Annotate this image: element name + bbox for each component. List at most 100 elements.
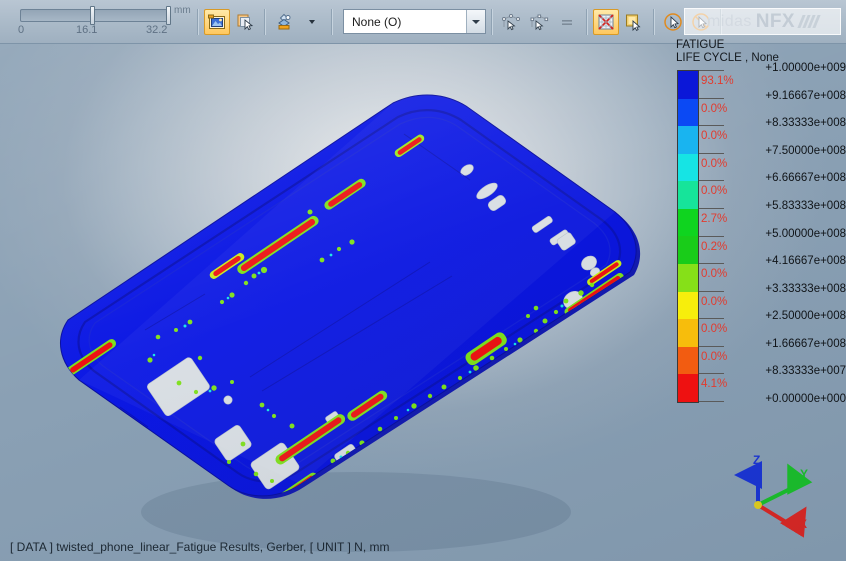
axis-x-label: X bbox=[799, 517, 808, 531]
axis-y-label: Y bbox=[800, 467, 809, 481]
legend-colorband bbox=[678, 98, 698, 127]
legend-colorbar[interactable] bbox=[677, 70, 699, 403]
result-step-combo-value: None (O) bbox=[352, 14, 402, 29]
axis-x-arrow bbox=[756, 503, 807, 538]
result-step-combo[interactable]: None (O) bbox=[343, 9, 486, 34]
slider-unit-label: mm bbox=[174, 4, 191, 16]
legend-colorband bbox=[678, 181, 698, 209]
legend-colorband bbox=[678, 71, 698, 99]
probe-node-button[interactable] bbox=[498, 9, 524, 35]
legend-colorband bbox=[678, 153, 698, 182]
probe-value-button[interactable] bbox=[554, 9, 580, 35]
axis-z-label: Z bbox=[753, 453, 761, 467]
legend-percent-label: 0.0% bbox=[701, 295, 728, 308]
legend-body: +1.00000e+009 93.1% +9.16667e+008 0.0% +8.33… bbox=[676, 62, 846, 410]
legend-value-label: +5.83333e+008 bbox=[765, 199, 846, 212]
legend-percent-label: 0.0% bbox=[701, 157, 728, 170]
legend-percent-label: 0.2% bbox=[701, 240, 728, 253]
axis-triad[interactable]: Z Y X bbox=[726, 453, 818, 539]
clipping-slider-handle-max[interactable] bbox=[166, 5, 171, 25]
toolbar-separator bbox=[586, 8, 587, 35]
status-data-text: [ DATA ] twisted_phone_linear_Fatigue Re… bbox=[10, 540, 390, 554]
slider-tick-max: 32.2 bbox=[146, 23, 168, 36]
toolbar-separator bbox=[491, 8, 492, 35]
legend-percent-label: 0.0% bbox=[701, 323, 728, 336]
result-step-combo-arrow[interactable] bbox=[466, 10, 485, 33]
logo-midas-text: midas bbox=[707, 12, 752, 30]
legend-colorband bbox=[678, 236, 698, 265]
face-select-icon bbox=[626, 14, 641, 31]
legend-row: +0.00000e+000 bbox=[699, 393, 846, 429]
legend-colorband bbox=[678, 346, 698, 375]
legend-percent-label: 0.0% bbox=[701, 268, 728, 281]
legend-value-label: +5.00000e+008 bbox=[765, 227, 846, 240]
cursor-enabled-icon bbox=[664, 12, 682, 31]
legend-colorband bbox=[678, 291, 698, 320]
select-cursor-on-button[interactable] bbox=[660, 9, 686, 35]
logo-nfx-text: NFX bbox=[755, 10, 795, 32]
element-pick-icon bbox=[530, 14, 549, 30]
toolbar-separator bbox=[264, 8, 265, 35]
toolbar-separator bbox=[197, 8, 198, 35]
shading-palette-icon bbox=[278, 13, 291, 29]
show-mesh-button[interactable] bbox=[593, 8, 619, 35]
slider-tick-min: 0 bbox=[18, 23, 25, 36]
model-cutouts bbox=[147, 164, 601, 490]
legend-colorband bbox=[678, 208, 698, 237]
fatigue-speckles bbox=[147, 209, 595, 483]
legend-value-label: +9.16667e+008 bbox=[765, 89, 846, 102]
equal-probe-icon bbox=[562, 19, 572, 25]
legend-percent-label: 93.1% bbox=[701, 75, 734, 87]
node-pick-icon bbox=[502, 13, 520, 30]
legend-colorband bbox=[678, 374, 698, 402]
legend-value-label: +8.33333e+008 bbox=[765, 117, 846, 130]
legend-colorband bbox=[678, 264, 698, 292]
legend-value-label: +0.00000e+000 bbox=[765, 393, 846, 405]
inner-recess-outline bbox=[77, 109, 622, 483]
chevron-down-icon bbox=[472, 19, 480, 24]
status-bar: [ DATA ] twisted_phone_linear_Fatigue Re… bbox=[0, 533, 846, 561]
clipping-slider-track[interactable] bbox=[20, 8, 170, 22]
chevron-down-icon bbox=[309, 19, 315, 24]
view-style-button[interactable] bbox=[271, 9, 297, 35]
camera-image-icon bbox=[208, 14, 225, 29]
legend-percent-label: 0.0% bbox=[701, 130, 728, 143]
select-face-button[interactable] bbox=[621, 9, 647, 35]
nfx-post-processor-window: Z Y X [ DATA ] twisted_phone_linear_Fati… bbox=[0, 0, 846, 561]
body-highlight bbox=[79, 94, 615, 485]
legend-colorband bbox=[678, 126, 698, 154]
legend-value-label: +2.50000e+008 bbox=[765, 310, 846, 323]
capture-image-button[interactable] bbox=[204, 8, 230, 35]
legend-title: FATIGUE bbox=[676, 39, 725, 51]
view-style-dropdown-button[interactable] bbox=[299, 9, 325, 35]
legend-percent-label: 0.0% bbox=[701, 185, 728, 198]
model-features bbox=[66, 94, 624, 496]
inner-recess-outline-2 bbox=[88, 116, 611, 474]
probe-element-button[interactable] bbox=[526, 9, 552, 35]
contour-legend: FATIGUE LIFE CYCLE , None +1.00000e+009 9… bbox=[676, 39, 846, 410]
legend-value-label: +7.50000e+008 bbox=[765, 144, 846, 157]
mesh-cross-icon bbox=[598, 13, 614, 30]
legend-colorband bbox=[678, 319, 698, 347]
legend-value-label: +3.33333e+008 bbox=[765, 282, 846, 295]
clipping-slider-handle-min[interactable] bbox=[90, 5, 95, 25]
toolbar-separator bbox=[653, 8, 654, 35]
toolbar-separator bbox=[331, 8, 332, 35]
clipping-slider[interactable]: mm 0 16.1 32.2 bbox=[14, 2, 192, 42]
midas-nfx-logo: midas NFX bbox=[684, 8, 841, 35]
copy-cursor-icon bbox=[237, 14, 254, 30]
copy-to-clipboard-button[interactable] bbox=[232, 9, 258, 35]
legend-value-label: +1.66667e+008 bbox=[765, 337, 846, 350]
model-body-face bbox=[60, 94, 637, 497]
legend-value-list: +1.00000e+009 93.1% +9.16667e+008 0.0% +8.33… bbox=[699, 62, 846, 405]
fatigue-hotspot-contours bbox=[66, 134, 624, 496]
legend-value-label: +6.66667e+008 bbox=[765, 172, 846, 185]
legend-value-label: +1.00000e+009 bbox=[765, 62, 846, 74]
legend-percent-label: 2.7% bbox=[701, 212, 728, 225]
logo-slash-icon bbox=[797, 15, 821, 28]
slider-tick-mid: 16.1 bbox=[76, 23, 98, 36]
model-side-wall bbox=[64, 97, 641, 499]
model-rib-lines bbox=[119, 133, 471, 446]
legend-percent-label: 4.1% bbox=[701, 378, 728, 391]
legend-value-label: +8.33333e+007 bbox=[765, 365, 846, 378]
